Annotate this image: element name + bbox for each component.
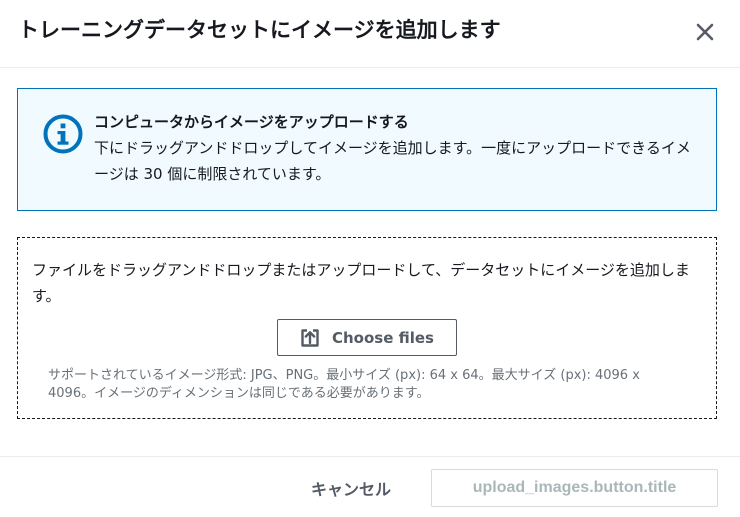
dropzone-instructions: ファイルをドラッグアンドドロップまたはアップロードして、データセットにイメージを… bbox=[32, 261, 690, 305]
format-constraints-hint: サポートされているイメージ形式: JPG、PNG。最小サイズ (px): 64 … bbox=[48, 368, 640, 401]
close-button[interactable] bbox=[690, 17, 720, 47]
dialog-title: トレーニングデータセットにイメージを追加します bbox=[18, 18, 501, 42]
dialog-header: トレーニングデータセットにイメージを追加します bbox=[0, 0, 740, 68]
dialog-footer: キャンセル upload_images.button.title bbox=[0, 456, 740, 517]
close-icon bbox=[696, 23, 714, 41]
add-images-dialog: トレーニングデータセットにイメージを追加します コンピュータからイメージをアップ… bbox=[0, 0, 740, 517]
alert-title: コンピュータからイメージをアップロードする bbox=[94, 113, 409, 131]
info-alert: コンピュータからイメージをアップロードする 下にドラッグアンドドロップしてイメー… bbox=[17, 88, 717, 211]
alert-body: 下にドラッグアンドドロップしてイメージを追加します。一度にアップロードできるイメ… bbox=[94, 139, 691, 183]
file-dropzone[interactable]: ファイルをドラッグアンドドロップまたはアップロードして、データセットにイメージを… bbox=[17, 237, 717, 419]
upload-images-button[interactable]: upload_images.button.title bbox=[431, 469, 718, 507]
upload-icon bbox=[301, 328, 319, 347]
info-icon bbox=[43, 114, 83, 154]
choose-files-button[interactable]: Choose files bbox=[277, 319, 457, 356]
choose-files-label: Choose files bbox=[332, 328, 434, 347]
cancel-button[interactable]: キャンセル bbox=[296, 469, 406, 506]
